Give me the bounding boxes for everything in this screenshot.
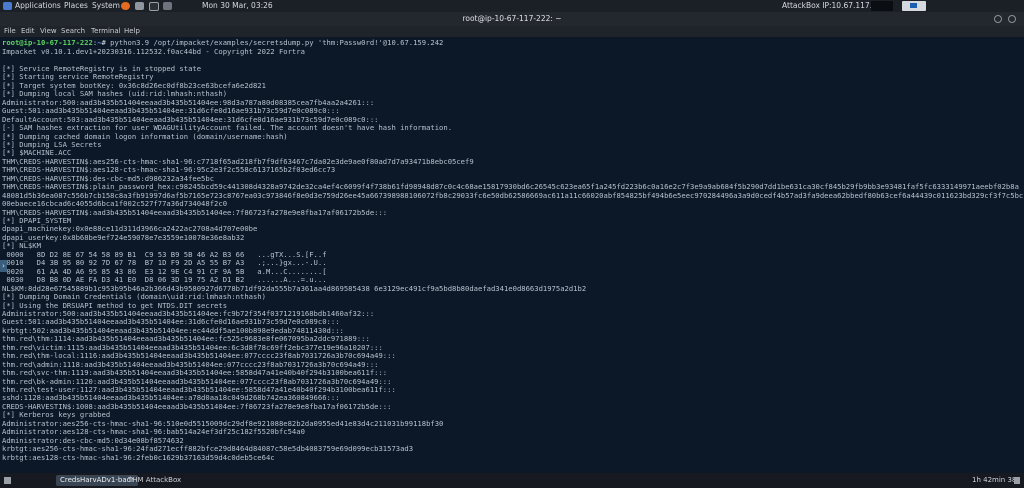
taskbar-item-attackbox[interactable]: THM AttackBox (124, 475, 185, 486)
minimize-button[interactable] (994, 15, 1002, 23)
screen-window-glyph (910, 3, 917, 8)
terminal-output[interactable]: root@ip-10-67-117-222:~# python3.9 /opt/… (0, 37, 1024, 473)
window-title: root@ip-10-67-117-222: ~ (462, 14, 562, 23)
firefox-icon[interactable] (121, 2, 130, 10)
files-icon[interactable] (135, 2, 144, 10)
terminal-line: Impacket v0.10.1.dev1+20230316.112532.f0… (2, 47, 305, 56)
menu-file[interactable]: File (4, 26, 16, 37)
menu-edit[interactable]: Edit (21, 26, 35, 37)
bottom-taskbar: CredsHarvADv1-badr THM AttackBox 1h 42mi… (0, 473, 1024, 488)
show-desktop-icon[interactable] (4, 477, 11, 484)
applications-menu-icon[interactable] (3, 2, 12, 10)
notes-icon[interactable] (163, 2, 172, 10)
prompt-line: root@ip-10-67-117-222:~# python3.9 /opt/… (2, 38, 443, 47)
menu-help[interactable]: Help (124, 26, 140, 37)
menu-terminal[interactable]: Terminal (91, 26, 121, 37)
clock-datetime: Mon 30 Mar, 03:26 (202, 1, 273, 10)
places-menu[interactable]: Places (64, 0, 88, 12)
system-top-bar: Applications Places System Mon 30 Mar, 0… (0, 0, 1024, 12)
menu-view[interactable]: View (40, 26, 57, 37)
system-menu[interactable]: System (92, 0, 120, 12)
close-button[interactable] (1008, 15, 1016, 23)
applications-menu[interactable]: Applications (15, 0, 61, 12)
network-graph-icon (871, 1, 893, 11)
screen-window-icon[interactable] (902, 1, 926, 11)
side-panel-toggle[interactable]: › (0, 260, 7, 272)
session-time-remaining: 1h 42min 38s (972, 476, 1021, 484)
terminal-launcher-icon[interactable] (149, 2, 159, 11)
command-text: python3.9 /opt/impacket/examples/secrets… (105, 38, 444, 47)
prompt-user: root@ip-10-67-117-222 (2, 38, 93, 47)
menu-search[interactable]: Search (61, 26, 85, 37)
terminal-menu-bar: File Edit View Search Terminal Help (0, 26, 1024, 37)
trash-icon[interactable] (1014, 477, 1020, 484)
terminal-line: krbtgt:aes128-cts-hmac-sha1-96:2feb0c162… (2, 452, 275, 462)
terminal-title-bar: root@ip-10-67-117-222: ~ (0, 12, 1024, 26)
